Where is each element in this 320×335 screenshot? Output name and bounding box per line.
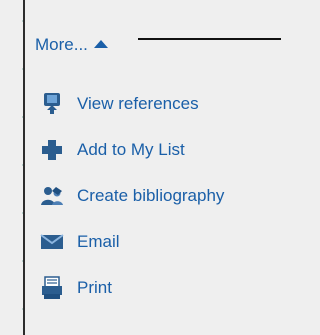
view-references-label: View references (77, 94, 199, 113)
add-to-my-list-label: Add to My List (77, 140, 185, 159)
printer-icon (42, 276, 62, 299)
envelope-icon (40, 234, 64, 249)
create-bibliography-label: Create bibliography (77, 186, 225, 205)
email-label: Email (77, 232, 120, 251)
panel-top-line (138, 38, 281, 40)
create-bibliography-item[interactable]: Create bibliography (39, 180, 224, 212)
download-icon (44, 93, 60, 114)
print-item[interactable]: Print (39, 272, 224, 304)
email-item[interactable]: Email (39, 226, 224, 258)
more-toggle[interactable]: More... (35, 34, 108, 56)
more-menu: View references Add to My List Create bi… (39, 88, 224, 318)
add-to-my-list-item[interactable]: Add to My List (39, 134, 224, 166)
plus-icon (42, 140, 62, 160)
more-label: More... (35, 35, 88, 54)
triangle-up-icon (93, 40, 108, 48)
left-border (23, 0, 25, 335)
people-icon (41, 187, 63, 205)
print-label: Print (77, 278, 112, 297)
view-references-item[interactable]: View references (39, 88, 224, 120)
